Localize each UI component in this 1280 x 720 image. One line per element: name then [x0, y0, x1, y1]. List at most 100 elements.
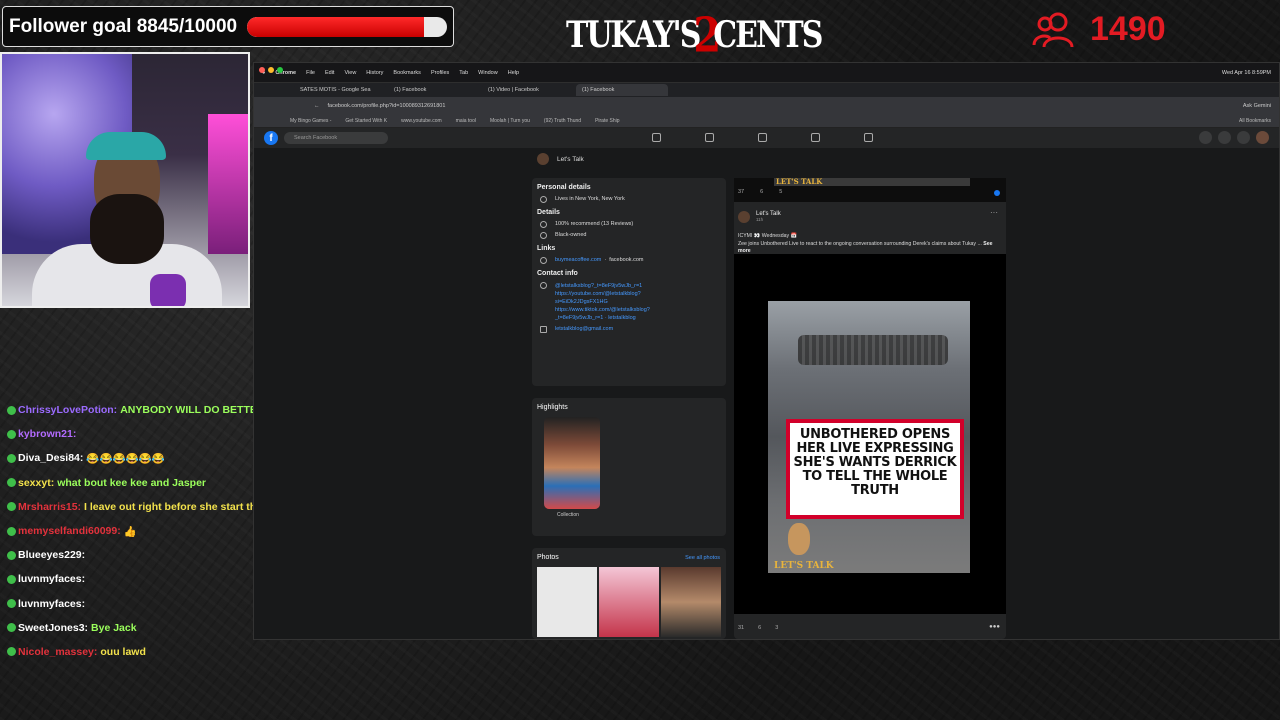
marketplace-icon[interactable] [864, 133, 873, 142]
highlight-caption: Collection [557, 512, 579, 518]
share-count[interactable]: 5 [779, 189, 782, 195]
mac-menu-item[interactable]: Bookmarks [393, 70, 421, 76]
video-logo-text: LET'S TALK [774, 561, 834, 571]
back-icon[interactable]: ← [314, 103, 320, 109]
contact-line[interactable]: https://www.tiktok.com/@letstalksblog? [555, 306, 650, 314]
reaction-count[interactable]: 31 [738, 625, 744, 631]
bookmark-item[interactable]: www.youtube.com [401, 118, 442, 124]
contact-line[interactable]: si=EiDk2JDgsFX1HG [555, 298, 650, 306]
previous-post-footer: LET'S TALK 37 6 5 [734, 178, 1006, 202]
recommend-text[interactable]: 100% recommend (13 Reviews) [555, 221, 633, 227]
bookmark-item[interactable]: My Bingo Games - [290, 118, 331, 124]
chat-username[interactable]: SweetJones3: [18, 622, 88, 634]
post-time[interactable]: 11h [756, 217, 781, 222]
logo-left: TUKAY'S [566, 14, 701, 57]
chat-username[interactable]: luvnmyfaces: [18, 598, 85, 610]
post-text: ICYMI 👀 Wednesday 📅 Zee joins Unbothered… [738, 233, 998, 256]
chat-badge-icon [7, 478, 16, 488]
post-video[interactable]: UNBOTHERED OPENS HER LIVE EXPRESSING SHE… [734, 254, 1006, 614]
chat-text: 😂😂😂😂😂😂 [86, 452, 165, 465]
zoom-window-icon[interactable] [277, 67, 283, 73]
post-line1: ICYMI 👀 Wednesday 📅 [738, 233, 797, 239]
reactions-emoji-icon[interactable]: ●●● [989, 624, 1000, 630]
link-buymeacoffee[interactable]: buymeacoffee.com [555, 257, 601, 263]
bookmark-item[interactable]: Get Started With K [345, 118, 387, 124]
notifications-icon[interactable] [1237, 131, 1250, 144]
address-bar[interactable]: ← facebook.com/profile.php?id=1000893126… [254, 97, 1279, 114]
highlight-thumbnail[interactable] [544, 417, 600, 509]
photo-thumbnail[interactable] [661, 567, 721, 637]
mac-menu-item[interactable]: Tab [459, 70, 468, 76]
facebook-logo-icon[interactable]: f [264, 131, 278, 145]
page-avatar[interactable] [537, 153, 549, 165]
photo-thumbnail[interactable] [599, 567, 659, 637]
mac-menu-item[interactable]: Profiles [431, 70, 449, 76]
mac-menu-item[interactable]: File [306, 70, 315, 76]
browser-tab[interactable]: SATES MOTIS - Google Sea [294, 84, 386, 96]
minimize-window-icon[interactable] [268, 67, 274, 73]
viewer-count: 1490 [1090, 10, 1166, 48]
more-options-icon[interactable]: ··· [990, 208, 998, 217]
photos-card: Photos See all photos [532, 548, 726, 639]
chat-username[interactable]: luvnmyfaces: [18, 573, 85, 585]
messenger-icon[interactable] [1218, 131, 1231, 144]
chat-badge-icon [7, 453, 16, 463]
video-frame[interactable]: UNBOTHERED OPENS HER LIVE EXPRESSING SHE… [768, 301, 970, 573]
bookmark-item[interactable]: Pirate Ship [595, 118, 619, 124]
comment-count[interactable]: 6 [760, 189, 763, 195]
comment-count[interactable]: 6 [758, 625, 761, 631]
mac-menu-item[interactable]: Window [478, 70, 498, 76]
facebook-search-input[interactable]: Search Facebook [284, 132, 388, 144]
page-name[interactable]: Let's Talk [557, 156, 584, 163]
bookmark-item[interactable]: (92) Truth Thund [544, 118, 581, 124]
chat-username[interactable]: ChrissyLovePotion: [18, 404, 117, 416]
megaphone-icon[interactable] [811, 133, 820, 142]
chat-username[interactable]: kybrown21: [18, 428, 76, 440]
chat-badge-icon [7, 550, 16, 560]
email-link[interactable]: letstalkblog@gmail.com [555, 326, 613, 332]
chat-username[interactable]: memyselfandi60099: [18, 525, 121, 537]
url-text[interactable]: facebook.com/profile.php?id=100089312691… [328, 103, 446, 109]
chat-username[interactable]: Blueeyes229: [18, 549, 85, 561]
menu-grid-icon[interactable] [1199, 131, 1212, 144]
mac-menu-item[interactable]: History [366, 70, 383, 76]
location-icon [540, 196, 547, 203]
chat-badge-icon [7, 647, 16, 657]
mac-menu-item[interactable]: Edit [325, 70, 334, 76]
home-icon[interactable] [652, 133, 661, 142]
chat-badge-icon [7, 526, 16, 536]
contact-line[interactable]: @letstalksblog?_t=8eF9jv5wJb_r=1 [555, 282, 650, 290]
reaction-count[interactable]: 37 [738, 189, 744, 195]
browser-tab[interactable]: (1) Facebook [388, 84, 480, 96]
contact-line[interactable]: https://youtube.com/@letstalkblog? [555, 290, 650, 298]
post-footer: 31 6 3 [738, 625, 778, 631]
details-title: Details [537, 209, 560, 216]
link-facebook[interactable]: facebook.com [609, 257, 643, 263]
all-bookmarks-button[interactable]: All Bookmarks [1239, 118, 1271, 124]
profile-avatar[interactable] [1256, 131, 1269, 144]
photo-thumbnail[interactable] [537, 567, 597, 637]
browser-tabs: SATES MOTIS - Google Sea (1) Facebook (1) … [254, 83, 1279, 97]
ask-gemini-button[interactable]: Ask Gemini [1243, 103, 1271, 109]
chat-username[interactable]: Mrsharris15: [18, 501, 81, 513]
bookmark-item[interactable]: Moolah | Turn you [490, 118, 530, 124]
see-all-photos-link[interactable]: See all photos [685, 555, 720, 561]
share-count[interactable]: 3 [775, 625, 778, 631]
chat-username[interactable]: Diva_Desi84: [18, 452, 83, 464]
like-reaction-icon [994, 190, 1000, 196]
browser-tab[interactable]: (1) Facebook [576, 84, 668, 96]
mac-menu-item[interactable]: View [344, 70, 356, 76]
contact-line[interactable]: _t=8eF9jv5wJb_r=1 · letstalkblog [555, 314, 650, 322]
chat-username[interactable]: sexxyt: [18, 477, 54, 489]
personal-details-title: Personal details [537, 184, 591, 191]
post-card: LET'S TALK 37 6 5 ··· Let's Talk 11h ICY… [734, 178, 1006, 639]
close-window-icon[interactable] [259, 67, 265, 73]
browser-tab[interactable]: (1) Video | Facebook [482, 84, 574, 96]
links-title: Links [537, 245, 556, 252]
video-icon[interactable] [758, 133, 767, 142]
flag-icon[interactable] [705, 133, 714, 142]
mac-menu-item[interactable]: Help [508, 70, 519, 76]
bookmark-item[interactable]: maia tool [456, 118, 476, 124]
chat-username[interactable]: Nicole_massey: [18, 646, 97, 658]
author-avatar[interactable] [738, 211, 750, 223]
